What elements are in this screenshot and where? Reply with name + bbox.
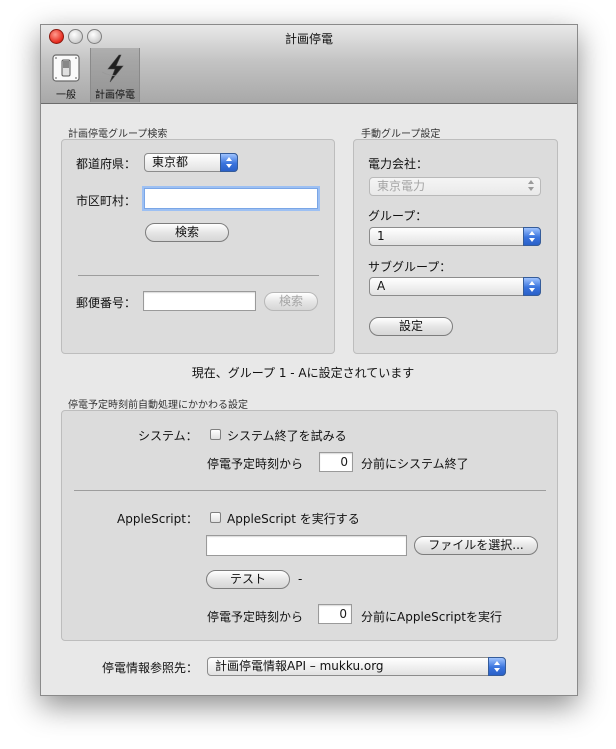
window-toolbar: 計画停電 一般 計画停電 [41, 25, 577, 104]
system-checkbox-label: システム終了を試みる [227, 429, 347, 443]
applescript-label: AppleScript： [117, 512, 198, 526]
group-value: 1 [377, 229, 385, 243]
subgroup-value: A [377, 279, 386, 293]
city-label: 市区町村： [76, 194, 137, 208]
prefecture-label: 都道府県： [76, 157, 137, 171]
group-popup[interactable]: 1 [369, 227, 541, 246]
group-search-heading: 計画停電グループ検索 [68, 129, 168, 140]
company-popup[interactable]: 東京電力 [369, 177, 541, 196]
popup-arrows-icon [523, 277, 541, 296]
manual-setting-box: 電力会社： 東京電力 グループ： 1 サブグループ： A 設定 [353, 139, 558, 354]
search-button[interactable]: 検索 [145, 223, 229, 242]
postal-label: 郵便番号： [76, 296, 137, 310]
test-result: - [298, 572, 303, 586]
auto-process-heading: 停電予定時刻前自動処理にかかわる設定 [68, 400, 248, 411]
toolbar-item-label: 一般 [56, 90, 76, 101]
prefecture-popup[interactable]: 東京都 [144, 153, 238, 172]
applescript-checkbox[interactable] [210, 512, 221, 523]
city-input[interactable] [144, 188, 318, 209]
manual-setting-heading: 手動グループ設定 [361, 129, 441, 140]
popup-arrows-icon [220, 153, 238, 172]
postal-search-button[interactable]: 検索 [264, 292, 318, 311]
applescript-checkbox-label: AppleScript を実行する [227, 512, 360, 526]
toolbar-item-general[interactable]: 一般 [42, 48, 90, 102]
system-minutes-input[interactable]: 0 [319, 452, 353, 472]
group-search-box: 都道府県： 東京都 市区町村： 検索 郵便番号： 検索 [61, 139, 335, 354]
test-button[interactable]: テスト [206, 570, 290, 589]
auto-process-box: システム： システム終了を試みる 停電予定時刻から 0 分前にシステム終了 Ap… [61, 410, 558, 641]
applescript-minutes-input[interactable]: 0 [318, 604, 352, 624]
status-text: 現在、グループ 1 - Aに設定されています [191, 366, 415, 380]
lightning-bolt-icon [101, 54, 124, 83]
window-title: 計画停電 [284, 32, 333, 46]
toolbar-item-label: 計画停電 [95, 90, 135, 101]
prefecture-value: 東京都 [152, 155, 189, 169]
applescript-after-label: 分前にAppleScriptを実行 [361, 610, 502, 624]
applescript-path-input[interactable] [206, 535, 407, 556]
divider [74, 490, 546, 491]
company-label: 電力会社： [368, 157, 429, 171]
toolbar-item-blackout[interactable]: 計画停電 [90, 48, 140, 102]
popup-arrows-icon [523, 177, 541, 196]
source-value: 計画停電情報API – mukku.org [215, 659, 384, 673]
popup-arrows-icon [488, 657, 506, 676]
subgroup-popup[interactable]: A [369, 277, 541, 296]
company-value: 東京電力 [377, 179, 426, 193]
postal-input[interactable] [143, 291, 256, 311]
group-label: グループ： [368, 209, 428, 223]
source-label: 停電情報参照先： [102, 661, 199, 675]
switch-icon [52, 54, 80, 82]
choose-file-button[interactable]: ファイルを選択... [414, 536, 538, 555]
set-button[interactable]: 設定 [369, 317, 453, 336]
divider [78, 275, 319, 276]
subgroup-label: サブグループ： [368, 260, 452, 274]
preferences-window: 計画停電 一般 計画停電 計画停電グループ検索 都道府県： 東京都 市区町村： … [40, 24, 578, 696]
system-before-label: 停電予定時刻から [207, 457, 304, 471]
popup-arrows-icon [523, 227, 541, 246]
applescript-before-label: 停電予定時刻から [207, 610, 304, 624]
source-popup[interactable]: 計画停電情報API – mukku.org [207, 657, 506, 676]
system-after-label: 分前にシステム終了 [361, 457, 469, 471]
system-shutdown-checkbox[interactable] [210, 429, 221, 440]
system-label: システム： [138, 429, 198, 443]
